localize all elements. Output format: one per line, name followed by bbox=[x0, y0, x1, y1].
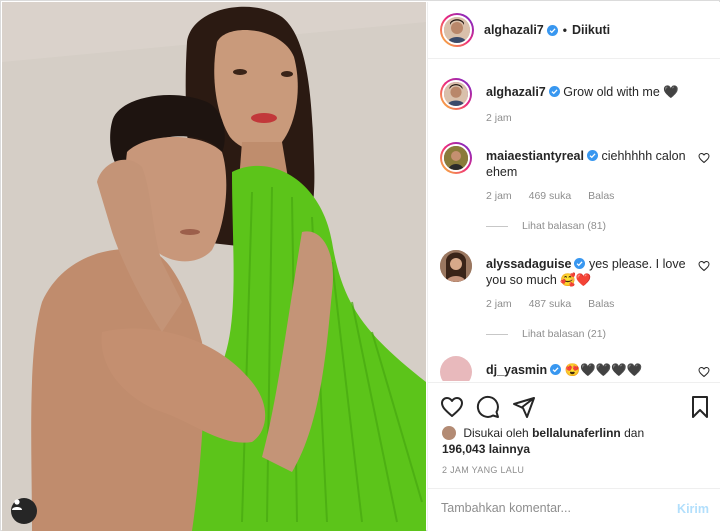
like-comment-heart-icon[interactable] bbox=[698, 366, 710, 378]
post-timestamp[interactable]: 2 JAM YANG LALU bbox=[442, 465, 524, 475]
commenter-avatar[interactable] bbox=[440, 250, 472, 282]
like-comment-heart-icon[interactable] bbox=[698, 152, 710, 164]
caption-text: Grow old with me 🖤 bbox=[563, 85, 679, 99]
caption-avatar[interactable] bbox=[440, 78, 472, 110]
likes-conj: dan bbox=[624, 426, 645, 440]
commenter-username[interactable]: maiaestiantyreal bbox=[486, 149, 584, 163]
heart-icon[interactable] bbox=[440, 395, 464, 419]
follow-status-button[interactable]: Diikuti bbox=[572, 23, 610, 37]
comment-icon[interactable] bbox=[476, 395, 500, 419]
commenter-username[interactable]: alyssadaguise bbox=[486, 257, 571, 271]
liker-avatar[interactable] bbox=[442, 426, 456, 440]
comments-list: alghazali7 Grow old with me 🖤 2 jam maia… bbox=[428, 60, 720, 381]
comment-box: Kirim bbox=[428, 488, 720, 531]
likes-prefix: Disukai oleh bbox=[463, 426, 529, 440]
replies-line bbox=[486, 333, 508, 335]
post-actions: Disukai oleh bellalunaferlinn dan 196,04… bbox=[428, 382, 720, 531]
caption-time[interactable]: 2 jam bbox=[486, 112, 512, 124]
liked-by-username[interactable]: bellalunaferlinn bbox=[532, 426, 621, 440]
post-header: alghazali7 • Diikuti bbox=[428, 2, 720, 59]
separator-dot: • bbox=[562, 23, 567, 37]
view-replies-label: Lihat balasan (81) bbox=[522, 220, 607, 232]
reply-button[interactable]: Balas bbox=[588, 190, 614, 202]
author-avatar[interactable] bbox=[440, 13, 474, 47]
verified-icon bbox=[546, 24, 558, 36]
likes-count[interactable]: 196,043 lainnya bbox=[442, 442, 530, 456]
replies-line bbox=[486, 225, 508, 227]
post-photo[interactable] bbox=[2, 2, 426, 531]
verified-icon bbox=[548, 86, 560, 97]
comment-text: 😍🖤🖤🖤🖤 bbox=[564, 363, 643, 377]
likes-summary: Disukai oleh bellalunaferlinn dan 196,04… bbox=[442, 425, 702, 457]
comment-likes[interactable]: 487 suka bbox=[529, 298, 572, 310]
commenter-avatar[interactable] bbox=[440, 142, 472, 174]
reply-button[interactable]: Balas bbox=[588, 298, 614, 310]
photo-illustration bbox=[2, 2, 426, 531]
comment-item: alyssadaguise yes please. I love you so … bbox=[440, 250, 710, 340]
verified-icon bbox=[574, 258, 586, 269]
comment-item: dj_yasmin 😍🖤🖤🖤🖤 bbox=[440, 356, 710, 381]
like-comment-heart-icon[interactable] bbox=[698, 260, 710, 272]
commenter-username[interactable]: dj_yasmin bbox=[486, 363, 547, 377]
caption-username[interactable]: alghazali7 bbox=[486, 85, 546, 99]
commenter-avatar[interactable] bbox=[440, 356, 472, 381]
post-details-panel: alghazali7 • Diikuti alghazali7 Grow old… bbox=[427, 2, 720, 531]
bookmark-icon[interactable] bbox=[688, 395, 712, 419]
comment-time[interactable]: 2 jam bbox=[486, 298, 512, 310]
send-button[interactable]: Kirim bbox=[677, 502, 709, 516]
verified-icon bbox=[550, 364, 562, 375]
verified-icon bbox=[586, 150, 598, 161]
comment-item: maiaestiantyreal ciehhhhh calon ehem 2 j… bbox=[440, 142, 710, 232]
view-replies-label: Lihat balasan (21) bbox=[522, 328, 607, 340]
comment-time[interactable]: 2 jam bbox=[486, 190, 512, 202]
user-tag-icon[interactable] bbox=[11, 498, 37, 524]
share-icon[interactable] bbox=[512, 395, 536, 419]
comment-input[interactable] bbox=[441, 501, 661, 515]
post-modal: alghazali7 • Diikuti alghazali7 Grow old… bbox=[0, 0, 720, 531]
comment-likes[interactable]: 469 suka bbox=[529, 190, 572, 202]
caption-item: alghazali7 Grow old with me 🖤 2 jam bbox=[440, 78, 710, 128]
author-username[interactable]: alghazali7 bbox=[484, 23, 544, 37]
view-replies-button[interactable]: Lihat balasan (21) bbox=[486, 328, 606, 340]
view-replies-button[interactable]: Lihat balasan (81) bbox=[486, 220, 606, 232]
